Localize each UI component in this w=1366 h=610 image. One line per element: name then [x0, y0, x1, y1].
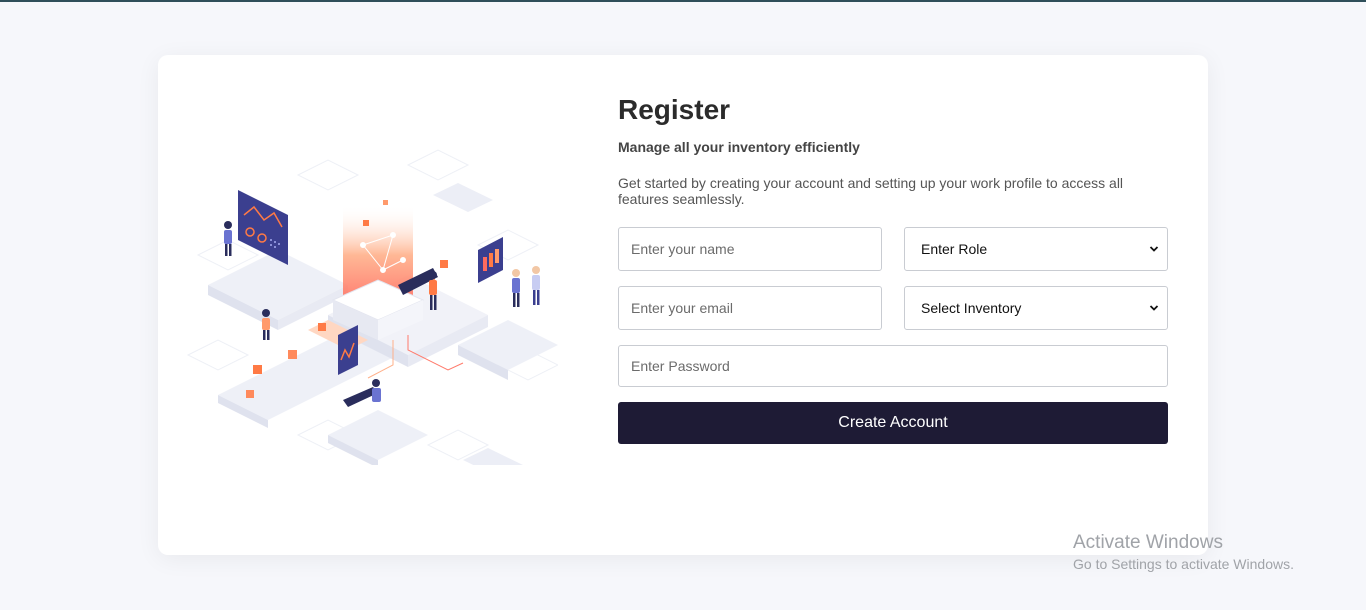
form-row-2: Enter your email Select Inventory	[618, 286, 1168, 330]
chevron-down-icon	[1149, 246, 1159, 252]
role-select-value: Enter Role	[921, 241, 988, 257]
inventory-illustration	[186, 149, 558, 465]
name-input[interactable]: Enter your name	[618, 227, 882, 271]
windows-activation-watermark: Activate Windows Go to Settings to activ…	[1073, 532, 1294, 572]
inventory-select[interactable]: Select Inventory	[904, 286, 1168, 330]
page-title: Register	[618, 94, 731, 125]
inventory-select-value: Select Inventory	[921, 300, 1022, 316]
watermark-subtitle: Go to Settings to activate Windows.	[1073, 556, 1294, 572]
chevron-down-icon	[1149, 305, 1159, 311]
register-card: Register Manage all your inventory effic…	[158, 55, 1208, 555]
page-subtitle: Manage all your inventory efficiently	[618, 139, 860, 155]
watermark-title: Activate Windows	[1073, 532, 1223, 553]
role-select[interactable]: Enter Role	[904, 227, 1168, 271]
page-description: Get started by creating your account and…	[618, 175, 1124, 207]
password-input[interactable]: Enter Password	[618, 345, 1168, 387]
email-input[interactable]: Enter your email	[618, 286, 882, 330]
top-border	[0, 0, 1366, 2]
register-form: Register Manage all your inventory effic…	[618, 93, 1168, 444]
create-account-button[interactable]: Create Account	[618, 402, 1168, 444]
form-row-1: Enter your name Enter Role	[618, 227, 1168, 271]
